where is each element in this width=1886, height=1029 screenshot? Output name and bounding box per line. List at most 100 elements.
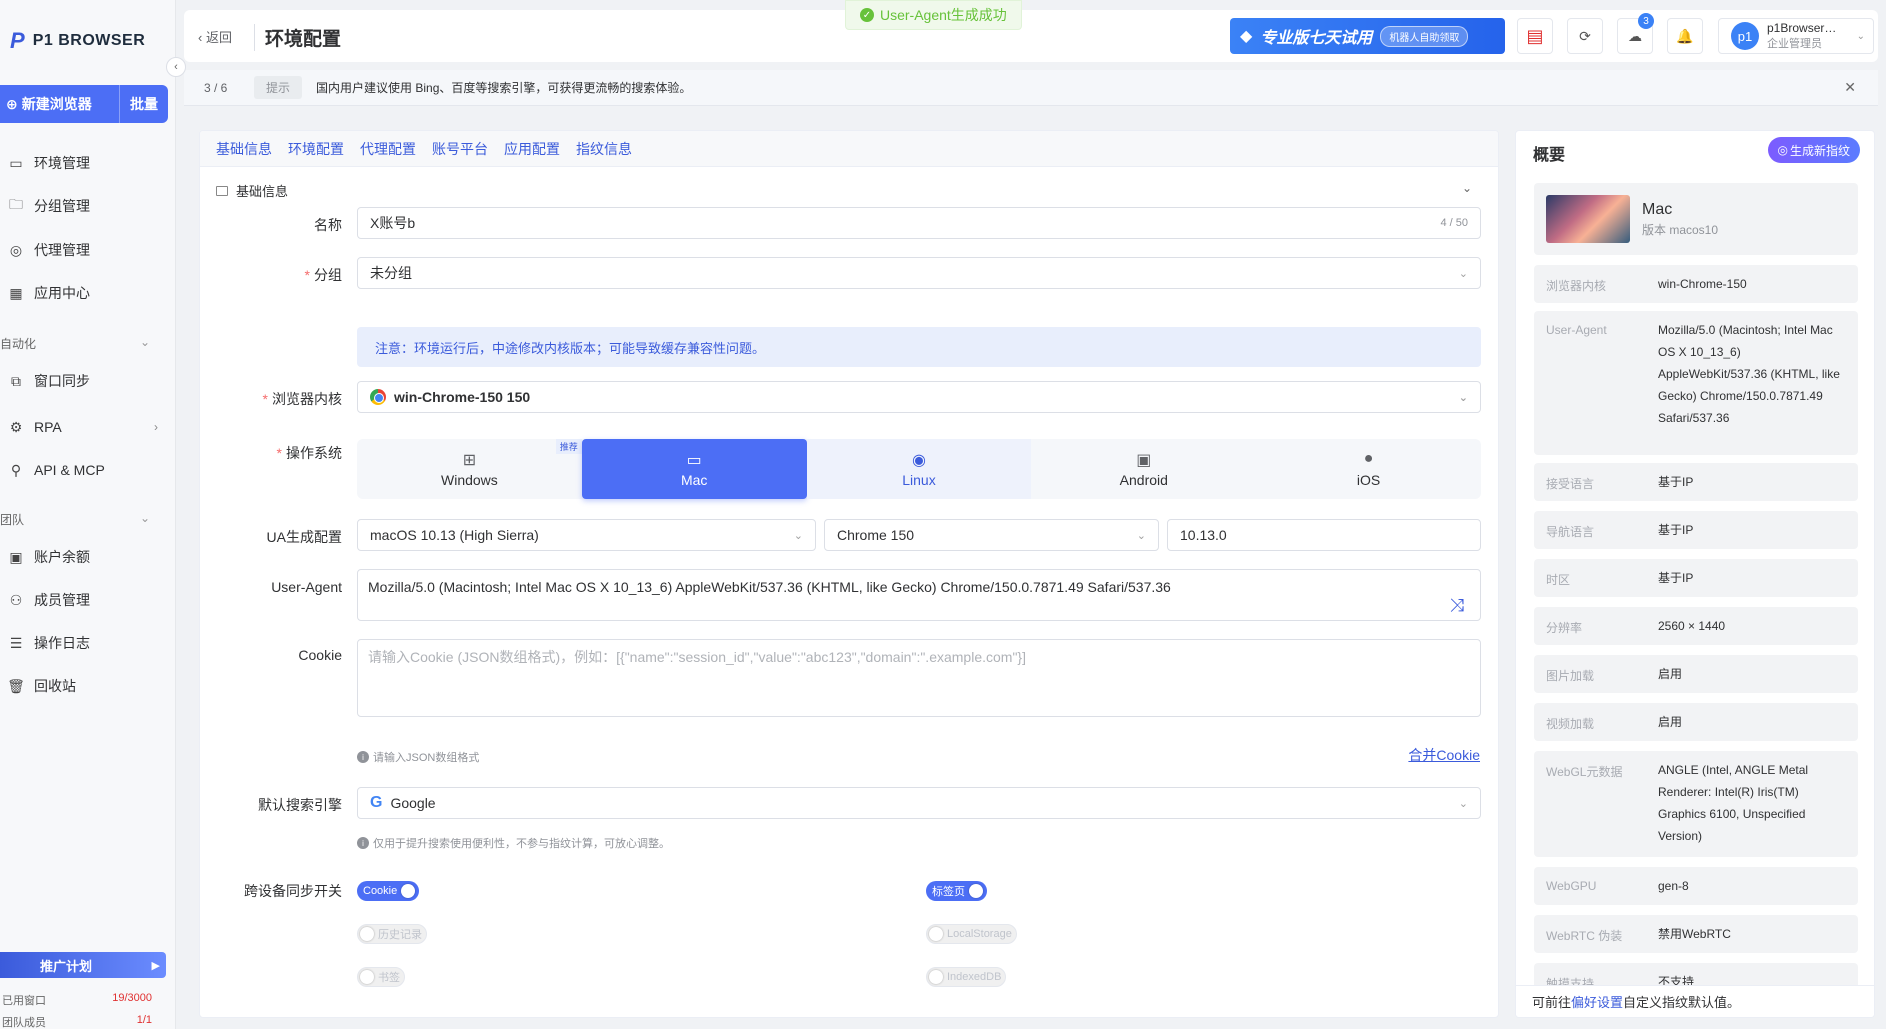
ua-config-label: UA生成配置	[266, 529, 342, 545]
os-option-ios[interactable]: ● iOS	[1256, 439, 1481, 499]
search-engine-label: 默认搜索引擎	[258, 797, 342, 813]
sidebar-item-apps[interactable]: ▦ 应用中心	[0, 275, 176, 311]
os-option-mac[interactable]: ▭ Mac	[581, 439, 807, 499]
chevron-down-icon: ⌄	[1458, 797, 1468, 810]
tip-message: 国内用户建议使用 Bing、百度等搜索引擎，可获得更流畅的搜索体验。	[316, 81, 692, 95]
preferences-link[interactable]: 偏好设置	[1571, 992, 1623, 1011]
back-link[interactable]: ‹ 返回	[198, 27, 232, 46]
generate-fingerprint-button[interactable]: ◎ 生成新指纹	[1767, 137, 1860, 163]
linux-icon: ◉	[912, 452, 926, 469]
os-option-android[interactable]: ▣ Android	[1031, 439, 1256, 499]
recommend-badge: 推荐	[555, 439, 582, 454]
diamond-icon: ◆	[1240, 28, 1253, 45]
robot-icon: ⚙	[9, 418, 23, 435]
kernel-notice: 注意：环境运行后，中途修改内核版本；可能导致缓存兼容性问题。	[357, 327, 1481, 367]
tab-account-platform[interactable]: 账号平台	[432, 139, 488, 159]
sync-windows-icon: ⧉	[11, 372, 21, 389]
shuffle-icon[interactable]: ⤨	[1450, 596, 1464, 614]
batch-button[interactable]: 批量	[120, 85, 168, 123]
cookie-textarea[interactable]: 请输入Cookie (JSON数组格式)，例如：[{"name":"sessio…	[357, 639, 1481, 717]
windows-icon: ⊞	[462, 452, 477, 469]
wallet-icon: ▣	[9, 548, 23, 565]
cloud-download-icon[interactable]: ☁ 3	[1617, 13, 1654, 54]
sidebar-item-rpa[interactable]: ⚙ RPA ›	[0, 409, 176, 445]
sidebar-item-proxy[interactable]: ◎ 代理管理	[0, 232, 176, 268]
kernel-select[interactable]: win-Chrome-150 150 ⌄	[357, 381, 1481, 413]
app-logo: P P1 BROWSER	[10, 28, 146, 53]
cookie-hint: i 请输入JSON数组格式	[357, 749, 479, 765]
os-summary-card: Mac 版本 macos10	[1534, 183, 1858, 255]
kernel-label: * 浏览器内核	[262, 391, 342, 407]
tab-apps[interactable]: 应用配置	[504, 139, 560, 159]
section-header-basic[interactable]: 基础信息	[216, 181, 288, 200]
sync-bookmarks-switch[interactable]: 书签	[357, 967, 405, 987]
check-circle-icon: ✓	[860, 8, 874, 22]
sync-cookie-switch[interactable]: Cookie	[357, 881, 420, 901]
close-icon[interactable]: ✕	[1844, 79, 1856, 96]
tab-environment[interactable]: 环境配置	[288, 139, 344, 159]
ua-browser-select[interactable]: Chrome 150 ⌄	[824, 519, 1159, 551]
info-icon: i	[357, 837, 369, 849]
avatar: p1	[1731, 22, 1759, 50]
sidebar-item-members[interactable]: ⚇ 成员管理	[0, 582, 176, 618]
tab-basic[interactable]: 基础信息	[216, 139, 272, 159]
form-tabs: 基础信息 环境配置 代理配置 账号平台 应用配置 指纹信息	[200, 131, 1498, 167]
sidebar-item-balance[interactable]: ▣ 账户余额	[0, 539, 176, 575]
summary-row-webrtc: WebRTC 伪装 禁用WebRTC	[1534, 915, 1858, 953]
tip-bar: 3 / 6 提示 国内用户建议使用 Bing、百度等搜索引擎，可获得更流畅的搜索…	[184, 70, 1878, 106]
chevron-down-icon: ⌄	[793, 529, 803, 542]
sync-indexeddb-switch[interactable]: IndexedDB	[926, 967, 1007, 987]
refresh-icon[interactable]: ⟳	[1567, 18, 1603, 54]
summary-row-webgl: WebGL元数据 ANGLE (Intel, ANGLE Metal Render…	[1534, 751, 1858, 857]
sidebar-item-groups[interactable]: 🗀 分组管理	[0, 188, 176, 224]
sidebar-item-trash[interactable]: 🗑 回收站	[0, 668, 176, 704]
merge-cookie-link[interactable]: 合并Cookie	[1408, 745, 1480, 765]
os-option-linux[interactable]: ◉ Linux	[806, 439, 1032, 499]
trial-banner[interactable]: ◆ 专业版七天试用 机器人自助领取	[1230, 18, 1505, 54]
team-members-quota: 团队成员 1/1	[2, 1014, 152, 1029]
chevron-down-icon: ⌄	[139, 335, 150, 349]
sidebar-item-window-sync[interactable]: ⧉ 窗口同步	[0, 363, 176, 399]
chevron-right-icon: ›	[154, 420, 158, 434]
new-browser-button[interactable]: ⊕ 新建浏览器	[0, 85, 120, 123]
group-select[interactable]: 未分组 ⌄	[357, 257, 1481, 289]
ua-label: User-Agent	[271, 579, 342, 595]
sidebar-item-api[interactable]: ⚲ API & MCP	[0, 452, 176, 488]
gift-icon[interactable]: ▤	[1517, 18, 1553, 54]
summary-row-accept-lang: 接受语言 基于IP	[1534, 463, 1858, 501]
sync-tabs-switch[interactable]: 标签页	[926, 881, 987, 901]
section-automation[interactable]: 自动化 ⌄	[0, 335, 166, 352]
tab-fingerprint[interactable]: 指纹信息	[576, 139, 632, 159]
sync-history-switch[interactable]: 历史记录	[357, 924, 427, 944]
summary-row-webgpu: WebGPU gen-8	[1534, 867, 1858, 905]
bell-icon[interactable]: 🔔	[1667, 18, 1703, 54]
os-option-windows[interactable]: ⊞ Windows 推荐	[357, 439, 582, 499]
search-engine-select[interactable]: G Google ⌄	[357, 787, 1481, 819]
chevron-right-icon: ▶	[151, 959, 160, 972]
promo-banner[interactable]: 推广计划 ▶	[0, 952, 166, 978]
summary-row-timezone: 时区 基于IP	[1534, 559, 1858, 597]
sidebar-item-logs[interactable]: ☰ 操作日志	[0, 625, 176, 661]
sidebar-item-env[interactable]: ▭ 环境管理	[0, 145, 176, 181]
summary-row-kernel: 浏览器内核 win-Chrome-150	[1534, 265, 1858, 303]
user-agent-textarea[interactable]: Mozilla/5.0 (Macintosh; Intel Mac OS X 1…	[357, 569, 1481, 621]
ua-version-input[interactable]: 10.13.0	[1167, 519, 1481, 551]
summary-panel: 概要 ◎ 生成新指纹 Mac 版本 macos10 浏览器内核 win-Chrom…	[1515, 130, 1875, 1018]
os-selector: ⊞ Windows 推荐 ▭ Mac ◉ Linux ▣ Android ● i…	[357, 439, 1481, 499]
ua-os-select[interactable]: macOS 10.13 (High Sierra) ⌄	[357, 519, 816, 551]
char-counter: 4 / 50	[1440, 217, 1468, 229]
env-config-form: 基础信息 环境配置 代理配置 账号平台 应用配置 指纹信息 基础信息 ⌄ 名称 …	[199, 130, 1499, 1018]
sync-localstorage-switch[interactable]: LocalStorage	[926, 924, 1017, 944]
summary-row-nav-lang: 导航语言 基于IP	[1534, 511, 1858, 549]
info-icon: i	[357, 751, 369, 763]
tab-proxy[interactable]: 代理配置	[360, 139, 416, 159]
trial-pill[interactable]: 机器人自助领取	[1380, 25, 1469, 47]
collapse-sidebar-button[interactable]: ‹	[166, 57, 186, 77]
chevron-down-icon[interactable]: ⌄	[1462, 181, 1472, 195]
chevron-down-icon: ⌄	[1458, 267, 1468, 280]
section-team[interactable]: 团队 ⌄	[0, 511, 166, 528]
summary-footer: 可前往 偏好设置 自定义指纹默认值。	[1516, 985, 1874, 1017]
user-menu[interactable]: p1 p1Browser… 企业管理员 ⌄	[1718, 18, 1874, 54]
name-input[interactable]: X账号b 4 / 50	[357, 207, 1481, 239]
new-browser-button-group: ⊕ 新建浏览器 批量	[0, 85, 168, 123]
